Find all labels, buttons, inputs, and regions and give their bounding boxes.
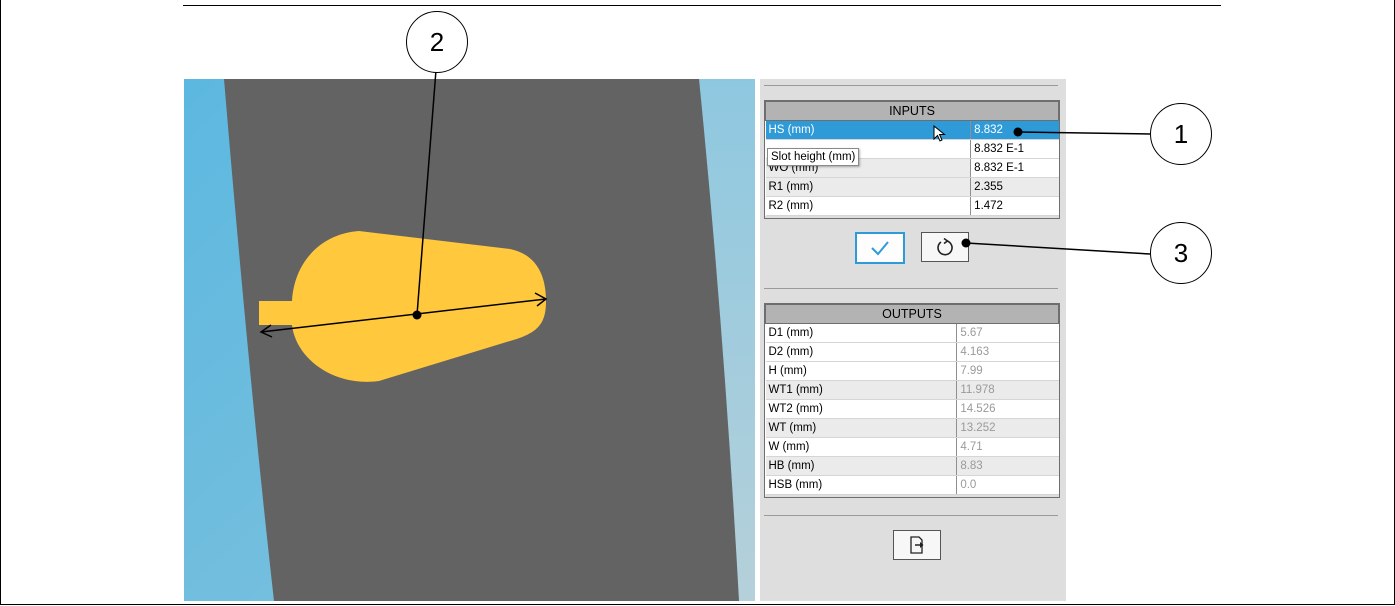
output-row: D2 (mm) 4.163 — [765, 342, 1059, 362]
reset-icon — [937, 237, 953, 256]
output-label: WT1 (mm) — [765, 380, 958, 400]
panel-divider-bottom — [764, 515, 1058, 516]
inputs-header: INPUTS — [765, 101, 1059, 121]
callout-1: 1 — [1150, 103, 1212, 165]
outputs-table-frame: OUTPUTS D1 (mm) 5.67 D2 (mm) 4.163 H (mm) 7… — [764, 303, 1060, 498]
panel-divider-top — [764, 85, 1058, 86]
output-label: H (mm) — [765, 361, 958, 381]
output-row: WT2 (mm) 14.526 — [765, 399, 1059, 419]
tooltip: Slot height (mm) — [767, 148, 860, 166]
input-label: R2 (mm) — [765, 196, 972, 216]
output-label: W (mm) — [765, 437, 958, 457]
input-value[interactable]: 8.832 E-1 — [970, 139, 1059, 159]
panel-divider-middle — [764, 288, 1058, 289]
input-label: R1 (mm) — [765, 177, 972, 197]
output-label: HB (mm) — [765, 456, 958, 476]
export-icon — [910, 536, 924, 554]
input-value[interactable]: 8.832 E-1 — [970, 158, 1059, 178]
output-row: HSB (mm) 0.0 — [765, 475, 1059, 495]
output-value: 4.71 — [956, 437, 1059, 457]
callout-3: 3 — [1150, 222, 1212, 284]
output-label: D1 (mm) — [765, 323, 958, 343]
reset-button[interactable] — [921, 232, 969, 262]
output-value: 13.252 — [956, 418, 1059, 438]
output-value: 11.978 — [956, 380, 1059, 400]
output-row: WT (mm) 13.252 — [765, 418, 1059, 438]
output-label: HSB (mm) — [765, 475, 958, 495]
outputs-table: OUTPUTS D1 (mm) 5.67 D2 (mm) 4.163 H (mm) 7… — [765, 304, 1059, 495]
input-row[interactable]: R1 (mm) 2.355 — [765, 177, 1059, 197]
checkmark-icon — [871, 241, 889, 256]
output-value: 7.99 — [956, 361, 1059, 381]
input-row-hs[interactable]: HS (mm) 8.832 — [765, 120, 1059, 140]
input-label: HS (mm) — [765, 120, 972, 140]
output-label: WT2 (mm) — [765, 399, 958, 419]
input-value[interactable]: 8.832 — [970, 120, 1059, 140]
output-row: HB (mm) 8.83 — [765, 456, 1059, 476]
output-row: W (mm) 4.71 — [765, 437, 1059, 457]
output-label: WT (mm) — [765, 418, 958, 438]
callout-2: 2 — [406, 11, 468, 73]
apply-button[interactable] — [855, 232, 905, 264]
input-row[interactable]: R2 (mm) 1.472 — [765, 196, 1059, 216]
output-value: 8.83 — [956, 456, 1059, 476]
output-value: 5.67 — [956, 323, 1059, 343]
top-rule — [183, 5, 1221, 6]
output-row: D1 (mm) 5.67 — [765, 323, 1059, 343]
outputs-header: OUTPUTS — [765, 304, 1059, 324]
output-value: 14.526 — [956, 399, 1059, 419]
output-value: 4.163 — [956, 342, 1059, 362]
output-row: H (mm) 7.99 — [765, 361, 1059, 381]
geometry-svg — [184, 79, 755, 601]
export-button[interactable] — [893, 530, 941, 560]
output-value: 0.0 — [956, 475, 1059, 495]
output-label: D2 (mm) — [765, 342, 958, 362]
output-row: WT1 (mm) 11.978 — [765, 380, 1059, 400]
geometry-view[interactable] — [184, 79, 755, 601]
input-value[interactable]: 2.355 — [970, 177, 1059, 197]
input-value[interactable]: 1.472 — [970, 196, 1059, 216]
